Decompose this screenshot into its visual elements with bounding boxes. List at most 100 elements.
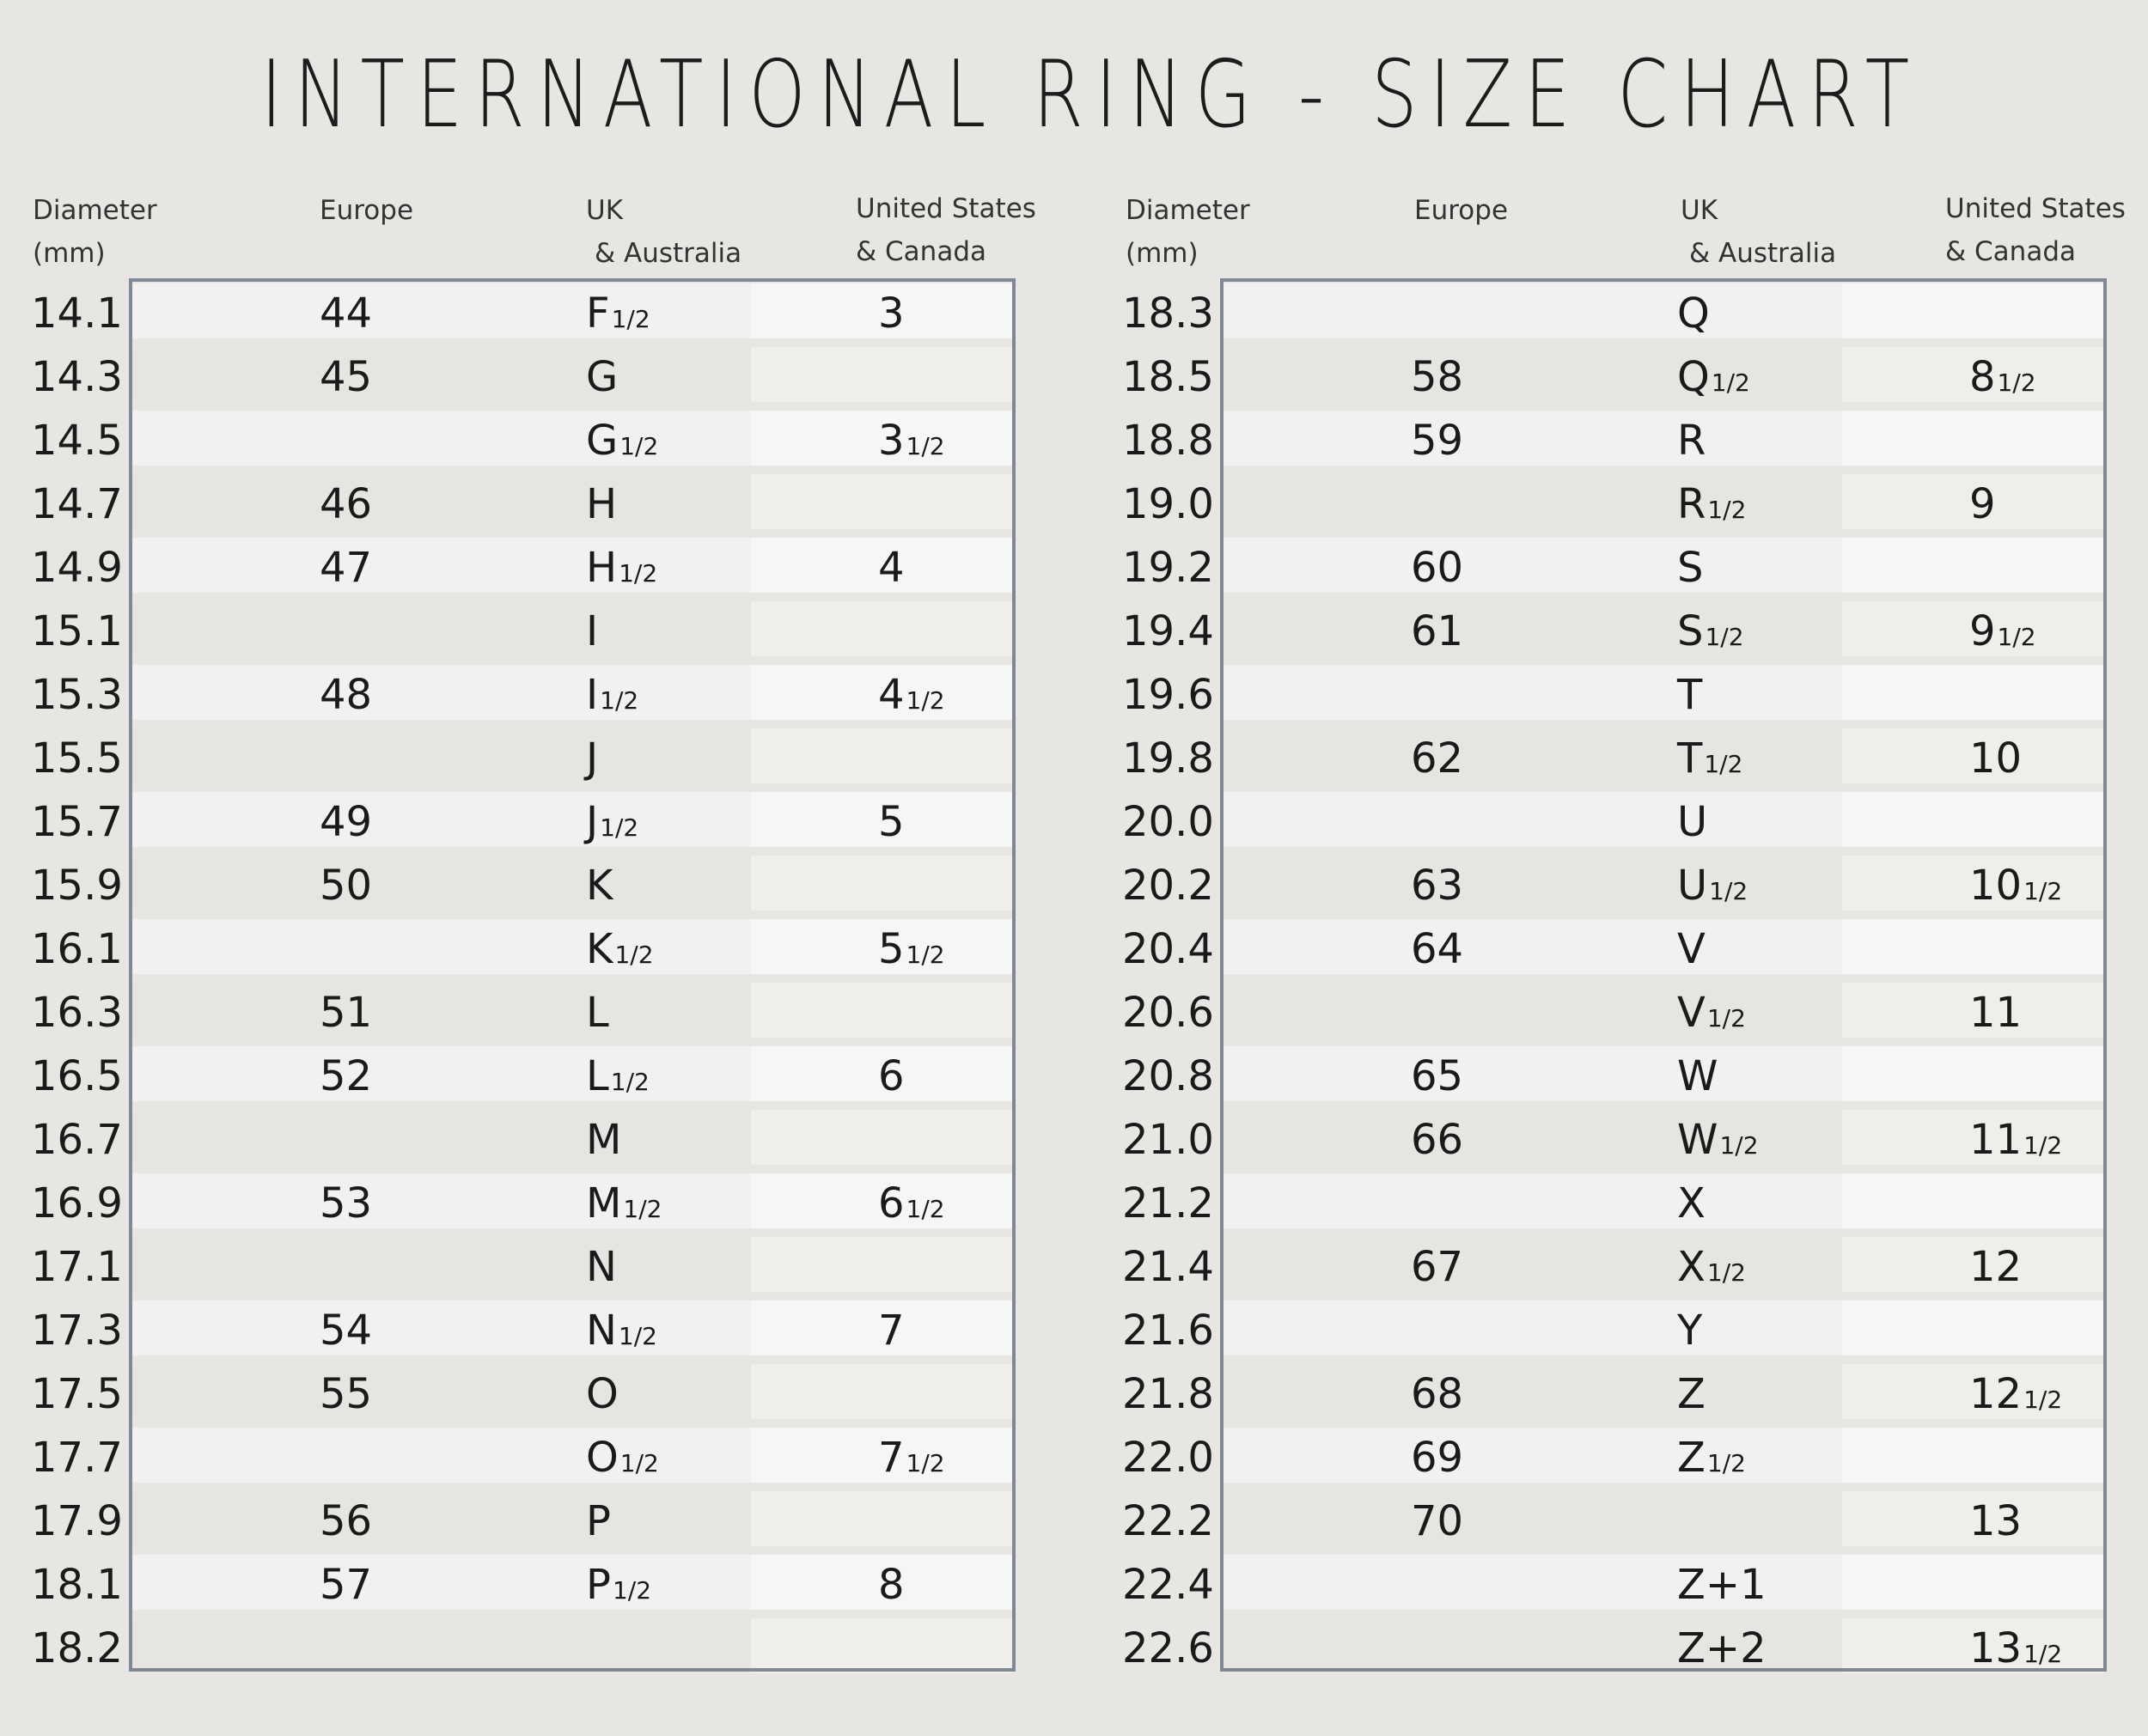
diameter-cell: 15.7 — [31, 787, 123, 850]
diameter-cell: 19.2 — [1122, 533, 1214, 596]
header-europe: Europe — [1414, 195, 1509, 226]
diameter-cell: 22.6 — [1122, 1613, 1214, 1677]
left-table: Diameter (mm) Europe UK & Australia United… — [0, 189, 1074, 1718]
diameter-cell-value: 17.5 — [31, 1370, 123, 1418]
diameter-cell-value: 19.2 — [1122, 544, 1214, 592]
diameter-cell-value: 15.1 — [31, 607, 123, 655]
diameter-cell-value: 21.8 — [1122, 1370, 1214, 1418]
diameter-cell-value: 14.7 — [31, 480, 123, 528]
diameter-cell: 20.6 — [1122, 978, 1214, 1041]
diameter-cell: 21.0 — [1122, 1105, 1214, 1168]
diameter-cell: 19.4 — [1122, 596, 1214, 660]
diameter-cell-value: 18.8 — [1122, 417, 1214, 465]
diameter-cell-value: 15.7 — [31, 798, 123, 846]
diameter-cell-value: 20.0 — [1122, 798, 1214, 846]
diameter-cell-value: 16.3 — [31, 989, 123, 1037]
diameter-cell: 16.3 — [31, 978, 123, 1041]
diameter-cell-value: 19.4 — [1122, 607, 1214, 655]
diameter-cell-value: 22.0 — [1122, 1434, 1214, 1482]
diameter-cell: 14.3 — [31, 342, 123, 405]
diameter-cell: 18.5 — [1122, 342, 1214, 405]
diameter-cell: 17.9 — [31, 1486, 123, 1550]
diameter-cell-value: 19.8 — [1122, 734, 1214, 783]
diameter-cell: 21.6 — [1122, 1295, 1214, 1359]
diameter-cell: 14.5 — [31, 405, 123, 469]
diameter-cell: 18.1 — [31, 1550, 123, 1613]
diameter-cell-value: 15.9 — [31, 862, 123, 910]
diameter-cell: 16.7 — [31, 1105, 123, 1168]
diameter-cell-value: 20.6 — [1122, 989, 1214, 1037]
diameter-cell-value: 21.4 — [1122, 1243, 1214, 1291]
diameter-cell: 21.2 — [1122, 1168, 1214, 1232]
diameter-cell: 14.7 — [31, 469, 123, 533]
diameter-cell-value: 15.5 — [31, 734, 123, 783]
diameter-cell-value: 18.2 — [31, 1624, 123, 1672]
diameter-cell: 14.9 — [31, 533, 123, 596]
diameter-cell: 20.8 — [1122, 1041, 1214, 1105]
diameter-cell: 21.4 — [1122, 1232, 1214, 1295]
diameter-cell: 19.0 — [1122, 469, 1214, 533]
diameter-cell: 16.5 — [31, 1041, 123, 1105]
diameter-cell-value: 21.2 — [1122, 1179, 1214, 1227]
diameter-cell: 17.7 — [31, 1422, 123, 1486]
diameter-cell: 15.3 — [31, 660, 123, 723]
diameter-cell: 20.0 — [1122, 787, 1214, 850]
diameter-cell-value: 19.0 — [1122, 480, 1214, 528]
diameter-cell-value: 22.4 — [1122, 1561, 1214, 1609]
diameter-cell-value: 18.5 — [1122, 353, 1214, 401]
diameter-cell: 15.9 — [31, 850, 123, 914]
diameter-cell: 22.4 — [1122, 1550, 1214, 1613]
diameter-cell-value: 22.2 — [1122, 1497, 1214, 1545]
header-diameter: Diameter (mm) — [1126, 195, 1250, 269]
diameter-cell-value: 17.3 — [31, 1307, 123, 1355]
diameter-cell: 18.8 — [1122, 405, 1214, 469]
diameter-cell: 16.1 — [31, 914, 123, 978]
diameter-cell-value: 14.9 — [31, 544, 123, 592]
header-uk: UK & Australia — [586, 195, 742, 269]
diameter-cell: 18.3 — [1122, 278, 1214, 342]
diameter-cell-value: 18.3 — [1122, 289, 1214, 338]
diameter-cell: 16.9 — [31, 1168, 123, 1232]
diameter-cell-value: 20.4 — [1122, 925, 1214, 973]
header: INTERNATIONAL RING - SIZE CHART — [0, 39, 2148, 150]
diameter-cell: 17.3 — [31, 1295, 123, 1359]
diameter-cell-value: 20.8 — [1122, 1052, 1214, 1100]
right-table-border — [1220, 278, 2107, 1672]
diameter-cell: 15.5 — [31, 723, 123, 787]
diameter-cell-value: 17.1 — [31, 1243, 123, 1291]
diameter-cell-value: 16.9 — [31, 1179, 123, 1227]
diameter-cell: 14.1 — [31, 278, 123, 342]
diameter-cell: 18.2 — [31, 1613, 123, 1677]
diameter-cell: 22.2 — [1122, 1486, 1214, 1550]
left-table-border — [129, 278, 1016, 1672]
diameter-cell-value: 14.5 — [31, 417, 123, 465]
page-title: INTERNATIONAL RING - SIZE CHART — [260, 40, 1922, 149]
diameter-cell-value: 15.3 — [31, 671, 123, 719]
diameter-cell-value: 21.6 — [1122, 1307, 1214, 1355]
diameter-cell: 21.8 — [1122, 1359, 1214, 1422]
diameter-cell-value: 16.5 — [31, 1052, 123, 1100]
header-us: United States & Canada — [856, 193, 1036, 267]
diameter-cell-value: 18.1 — [31, 1561, 123, 1609]
right-table: Diameter (mm) Europe UK & Australia United… — [1091, 189, 2148, 1718]
diameter-cell-value: 14.3 — [31, 353, 123, 401]
diameter-cell: 19.6 — [1122, 660, 1214, 723]
diameter-cell-value: 22.6 — [1122, 1624, 1214, 1672]
diameter-cell: 20.4 — [1122, 914, 1214, 978]
diameter-cell-value: 17.9 — [31, 1497, 123, 1545]
diameter-cell-value: 19.6 — [1122, 671, 1214, 719]
diameter-cell: 17.1 — [31, 1232, 123, 1295]
diameter-cell: 15.1 — [31, 596, 123, 660]
diameter-cell-value: 16.1 — [31, 925, 123, 973]
diameter-cell-value: 16.7 — [31, 1116, 123, 1164]
header-diameter: Diameter (mm) — [33, 195, 157, 269]
diameter-cell: 22.0 — [1122, 1422, 1214, 1486]
header-us: United States & Canada — [1945, 193, 2126, 267]
diameter-cell-value: 14.1 — [31, 289, 123, 338]
diameter-cell-value: 20.2 — [1122, 862, 1214, 910]
diameter-cell-value: 21.0 — [1122, 1116, 1214, 1164]
header-europe: Europe — [320, 195, 414, 226]
diameter-cell: 17.5 — [31, 1359, 123, 1422]
header-uk: UK & Australia — [1681, 195, 1837, 269]
diameter-cell-value: 17.7 — [31, 1434, 123, 1482]
